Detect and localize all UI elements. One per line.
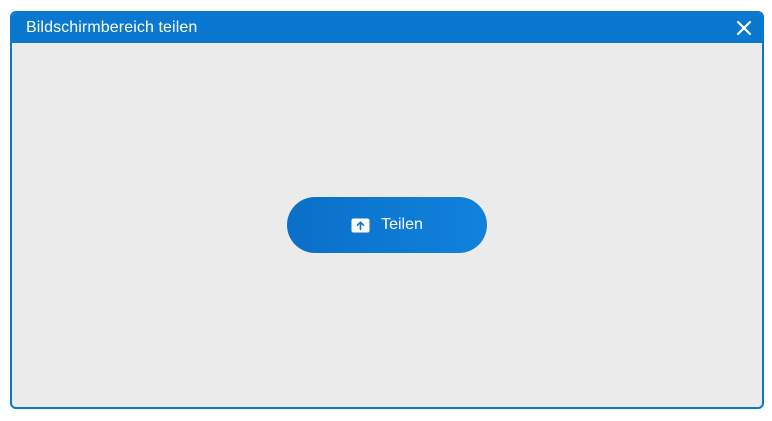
share-button[interactable]: Teilen — [287, 197, 487, 253]
dialog-content: Teilen — [12, 43, 762, 407]
title-bar: Bildschirmbereich teilen — [12, 13, 762, 43]
share-screen-dialog: Bildschirmbereich teilen Teilen — [10, 11, 764, 409]
share-button-label: Teilen — [381, 216, 423, 233]
share-upload-icon — [351, 218, 370, 233]
dialog-title: Bildschirmbereich teilen — [26, 19, 198, 36]
close-button[interactable] — [732, 16, 756, 40]
close-icon — [737, 21, 751, 35]
